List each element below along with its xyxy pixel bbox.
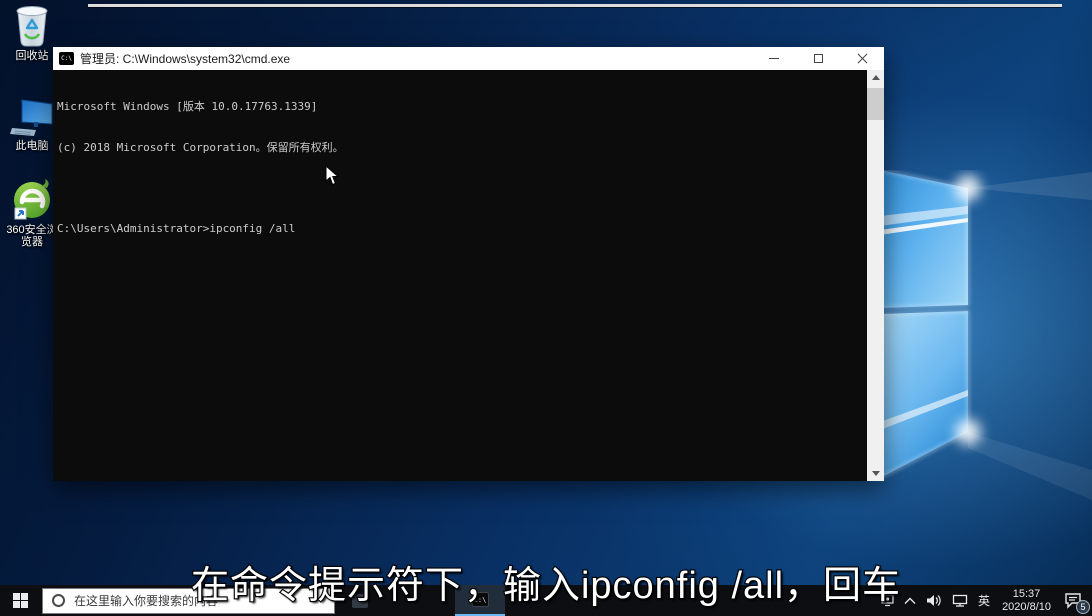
terminal-output[interactable]: Microsoft Windows [版本 10.0.17763.1339] (… — [53, 70, 867, 481]
desktop: 回收站 此电脑 360安全浏览器 C:\ — [0, 0, 1092, 616]
scroll-up-button[interactable] — [867, 70, 884, 85]
360-browser-icon — [11, 178, 53, 222]
terminal-line: (c) 2018 Microsoft Corporation。保留所有权利。 — [57, 141, 867, 155]
terminal-line: Microsoft Windows [版本 10.0.17763.1339] — [57, 100, 867, 114]
mouse-cursor-icon — [325, 165, 340, 186]
chevron-down-icon — [872, 471, 880, 476]
maximize-icon — [814, 54, 823, 63]
cmd-app-icon: C:\ — [59, 52, 74, 65]
background-window-top-edge — [88, 4, 1062, 7]
cmd-titlebar[interactable]: C:\ 管理员: C:\Windows\system32\cmd.exe — [53, 47, 884, 70]
terminal-scrollbar[interactable] — [867, 70, 884, 481]
close-button[interactable] — [840, 47, 884, 70]
cmd-window-title: 管理员: C:\Windows\system32\cmd.exe — [80, 50, 752, 67]
scroll-down-button[interactable] — [867, 466, 884, 481]
minimize-icon — [769, 58, 779, 59]
cmd-window: C:\ 管理员: C:\Windows\system32\cmd.exe Mic… — [53, 47, 884, 481]
maximize-button[interactable] — [796, 47, 840, 70]
minimize-button[interactable] — [752, 47, 796, 70]
scrollbar-thumb[interactable] — [867, 88, 884, 120]
terminal-line — [57, 181, 867, 195]
terminal-line: C:\Users\Administrator>ipconfig /all — [57, 222, 867, 236]
close-icon — [857, 53, 868, 64]
wallpaper-windows-logo — [856, 170, 1092, 500]
this-pc-icon — [10, 98, 54, 138]
chevron-up-icon — [872, 75, 880, 80]
recycle-bin-icon — [11, 2, 53, 48]
video-subtitle: 在命令提示符下，输入ipconfig /all，回车 — [0, 564, 1092, 608]
